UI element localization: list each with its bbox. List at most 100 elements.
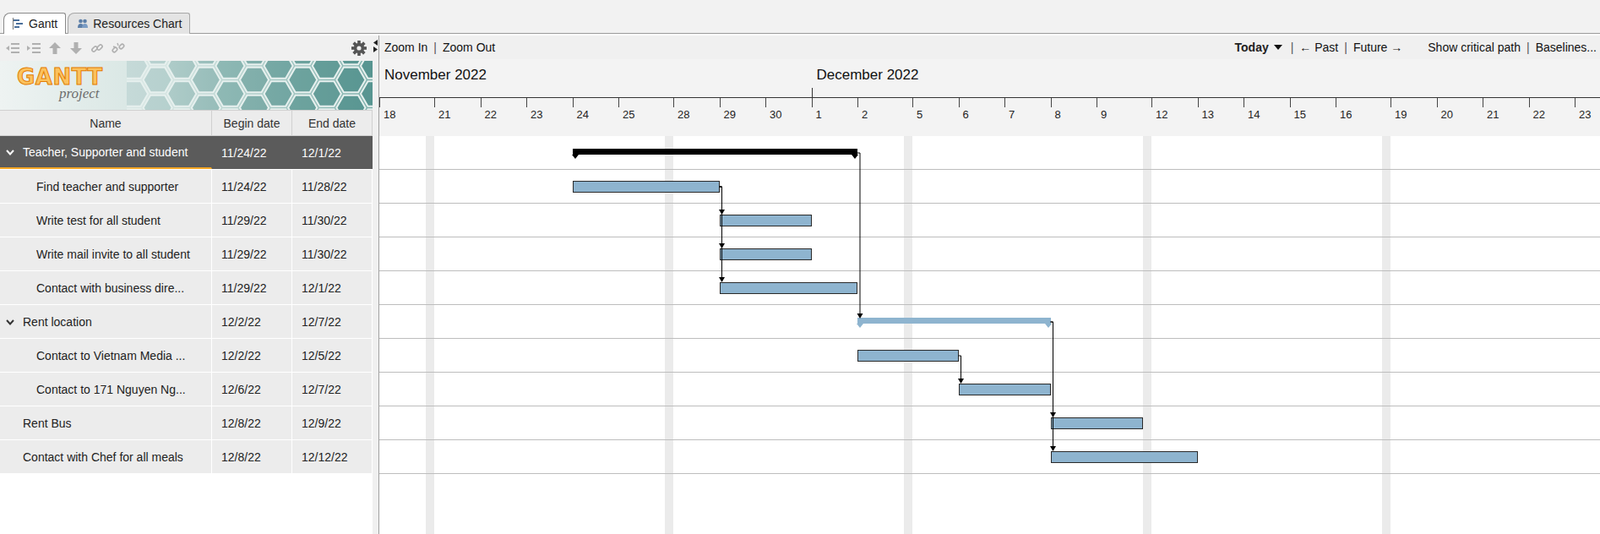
- move-down-icon[interactable]: [68, 41, 84, 55]
- table-empty-area: [0, 473, 373, 534]
- begin-date-cell[interactable]: 11/29/22: [212, 203, 293, 237]
- column-header[interactable]: Begin date: [212, 110, 293, 136]
- task-name-cell[interactable]: Contact to Vietnam Media ...: [0, 338, 213, 372]
- task-bar[interactable]: [572, 180, 720, 193]
- view-option-button[interactable]: Baselines...: [1535, 40, 1597, 55]
- task-bar[interactable]: [719, 248, 812, 261]
- tab-label[interactable]: Resources Chart: [92, 16, 182, 31]
- move-up-icon[interactable]: [47, 41, 63, 55]
- begin-date-cell[interactable]: 11/29/22: [212, 271, 293, 305]
- task-name-cell[interactable]: Rent Bus: [0, 406, 213, 440]
- end-date-cell[interactable]: 12/12/22: [292, 440, 373, 474]
- end-date-cell[interactable]: 12/7/22: [292, 372, 373, 406]
- day-cell: 23: [1574, 97, 1600, 137]
- column-header[interactable]: Name: [0, 110, 213, 136]
- end-date-cell[interactable]: 12/1/22: [292, 271, 373, 305]
- task-name-cell[interactable]: Contact with Chef for all meals: [0, 440, 213, 474]
- view-tab[interactable]: Resources Chart: [67, 12, 191, 34]
- begin-date-cell[interactable]: 11/24/22: [212, 136, 293, 169]
- day-label: 22: [1529, 108, 1546, 121]
- task-name: Contact with business dire...: [36, 281, 185, 295]
- task-row[interactable]: Contact to Vietnam Media ...12/2/2212/5/…: [0, 338, 373, 373]
- month-cell: November 2022: [379, 59, 812, 98]
- column-header[interactable]: End date: [292, 110, 373, 136]
- task-name-cell[interactable]: Contact to 171 Nguyen Ng...: [0, 372, 213, 406]
- dependency-arrow-icon[interactable]: [957, 355, 964, 384]
- end-date-cell[interactable]: 11/28/22: [292, 169, 373, 203]
- end-date-cell[interactable]: 12/1/22: [292, 136, 373, 169]
- separator: |: [1290, 40, 1295, 55]
- view-tab[interactable]: Gantt: [3, 12, 66, 34]
- dependency-arrow-icon[interactable]: [1050, 321, 1056, 418]
- begin-date-cell[interactable]: 12/8/22: [212, 406, 293, 440]
- end-date-cell[interactable]: 11/30/22: [292, 237, 373, 271]
- end-date-cell[interactable]: 12/7/22: [292, 304, 373, 338]
- task-bar[interactable]: [719, 282, 859, 294]
- begin-date-cell[interactable]: 12/8/22: [212, 440, 293, 474]
- gantt-chart: [379, 136, 1600, 534]
- day-label: 7: [1005, 108, 1015, 121]
- day-label: 21: [435, 108, 451, 121]
- end-date-cell[interactable]: 12/9/22: [292, 406, 373, 440]
- end-date-cell[interactable]: 12/5/22: [292, 338, 373, 372]
- logo-title: GANTT: [16, 65, 127, 89]
- hexagon-pattern-icon: [126, 60, 373, 110]
- day-label: 21: [1483, 108, 1499, 121]
- task-row[interactable]: Rent Bus12/8/2212/9/22: [0, 406, 373, 441]
- task-bar[interactable]: [1050, 451, 1198, 463]
- task-name-cell[interactable]: Write mail invite to all student: [0, 237, 213, 271]
- view-option-button[interactable]: Show critical path: [1427, 40, 1521, 55]
- dependency-arrow-icon[interactable]: [718, 186, 725, 249]
- begin-date-cell[interactable]: 12/6/22: [212, 372, 293, 406]
- task-bar[interactable]: [857, 349, 959, 362]
- task-row[interactable]: Write test for all student11/29/2211/30/…: [0, 203, 373, 238]
- task-row[interactable]: Write mail invite to all student11/29/22…: [0, 237, 373, 272]
- summary-bar[interactable]: [857, 317, 1051, 324]
- task-row[interactable]: Teacher, Supporter and student11/24/2212…: [0, 136, 373, 170]
- task-bar[interactable]: [958, 383, 1051, 396]
- panel-splitter[interactable]: [372, 35, 380, 534]
- task-row[interactable]: Find teacher and supporter11/24/2211/28/…: [0, 169, 373, 204]
- dependency-arrow-icon[interactable]: [857, 152, 864, 319]
- summary-bar[interactable]: [572, 148, 859, 155]
- task-row[interactable]: Contact to 171 Nguyen Ng... 12/6/2212/7/2…: [0, 372, 373, 407]
- separator: |: [433, 40, 437, 55]
- task-name-cell[interactable]: Write test for all student: [0, 203, 213, 237]
- link-icon[interactable]: [89, 41, 105, 55]
- begin-date-cell[interactable]: 11/24/22: [212, 169, 293, 203]
- task-name-cell[interactable]: Teacher, Supporter and student: [0, 136, 213, 169]
- timeline-nav-button[interactable]: Future →: [1353, 40, 1403, 55]
- task-row[interactable]: Contact with business dire... 11/29/2212/…: [0, 271, 373, 305]
- day-cell: [664, 97, 675, 137]
- unlink-icon[interactable]: [110, 41, 126, 55]
- task-bar[interactable]: [1050, 417, 1143, 430]
- begin-date-cell[interactable]: 12/2/22: [212, 338, 293, 372]
- zoom-button[interactable]: Zoom Out: [442, 40, 496, 55]
- zoom-button[interactable]: Zoom In: [384, 40, 428, 55]
- dependency-arrow-icon[interactable]: [718, 186, 725, 215]
- tab-label[interactable]: Gantt: [28, 16, 58, 31]
- task-name-cell[interactable]: Find teacher and supporter: [0, 169, 213, 203]
- begin-date-cell[interactable]: 12/2/22: [212, 304, 293, 338]
- outdent-icon[interactable]: [5, 41, 21, 55]
- indent-icon[interactable]: [26, 41, 42, 55]
- dependency-arrow-icon[interactable]: [718, 186, 725, 283]
- settings-gear-icon[interactable]: [350, 39, 368, 57]
- task-name-cell[interactable]: Rent location: [0, 304, 213, 338]
- task-name: Contact to 171 Nguyen Ng...: [36, 382, 186, 397]
- dependency-arrow-icon[interactable]: [1050, 321, 1056, 452]
- dropdown-caret-icon[interactable]: [1273, 44, 1283, 50]
- day-label: 24: [573, 108, 589, 121]
- end-date-cell[interactable]: 11/30/22: [292, 203, 373, 237]
- collapse-arrows-icon[interactable]: [372, 38, 379, 53]
- timeline-nav-button[interactable]: ← Past: [1299, 40, 1339, 55]
- task-row[interactable]: Rent location12/2/2212/7/22: [0, 304, 373, 339]
- expand-chevron-icon[interactable]: [5, 316, 16, 327]
- task-bar[interactable]: [719, 214, 812, 227]
- day-cell: 29: [719, 97, 767, 137]
- expand-chevron-icon[interactable]: [5, 146, 16, 158]
- begin-date-cell[interactable]: 11/29/22: [212, 237, 293, 271]
- today-button[interactable]: Today: [1235, 40, 1283, 55]
- task-row[interactable]: Contact with Chef for all meals12/8/2212…: [0, 440, 373, 474]
- task-name-cell[interactable]: Contact with business dire...: [0, 271, 213, 305]
